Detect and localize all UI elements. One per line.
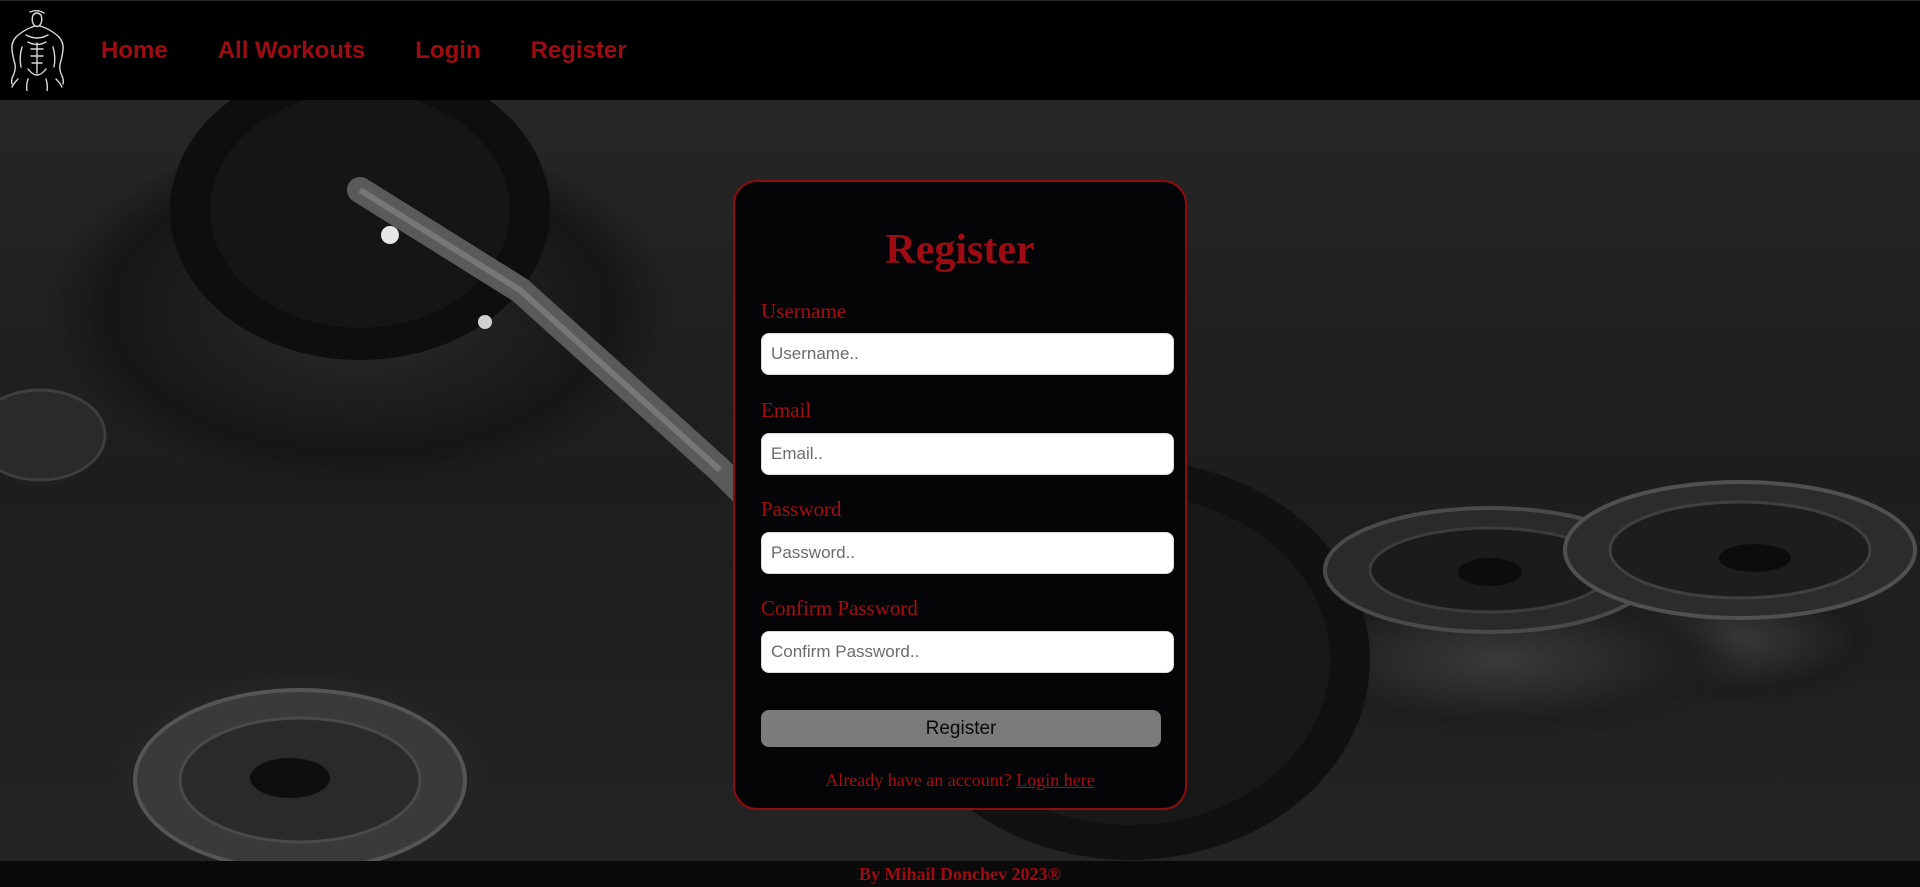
bodybuilder-logo-icon[interactable] xyxy=(6,9,68,92)
email-input[interactable] xyxy=(761,433,1174,475)
register-title: Register xyxy=(885,227,1035,273)
email-label: Email xyxy=(761,398,812,422)
username-input[interactable] xyxy=(761,333,1174,375)
nav-home-link[interactable]: Home xyxy=(101,37,168,65)
confirm-password-input[interactable] xyxy=(761,631,1174,673)
login-here-link[interactable]: Login here xyxy=(1016,770,1094,790)
login-prompt-text: Already have an account? xyxy=(825,770,1012,790)
confirm-password-label: Confirm Password xyxy=(761,596,918,620)
nav-login-link[interactable]: Login xyxy=(415,37,480,65)
password-input[interactable] xyxy=(761,532,1174,574)
top-navbar: Home All Workouts Login Register xyxy=(0,0,1920,100)
footer-copyright: By Mihail Donchev 2023® xyxy=(859,864,1061,884)
nav-register-link[interactable]: Register xyxy=(531,37,627,65)
register-submit-button[interactable]: Register xyxy=(761,710,1161,747)
register-form-card: Register Username Email Password Confirm… xyxy=(733,180,1187,810)
username-label: Username xyxy=(761,299,847,323)
footer: By Mihail Donchev 2023® xyxy=(0,861,1920,887)
main-nav: Home All Workouts Login Register xyxy=(101,1,677,101)
password-label: Password xyxy=(761,497,842,521)
login-hint: Already have an account? Login here xyxy=(735,770,1185,791)
nav-all-workouts-link[interactable]: All Workouts xyxy=(218,37,366,65)
